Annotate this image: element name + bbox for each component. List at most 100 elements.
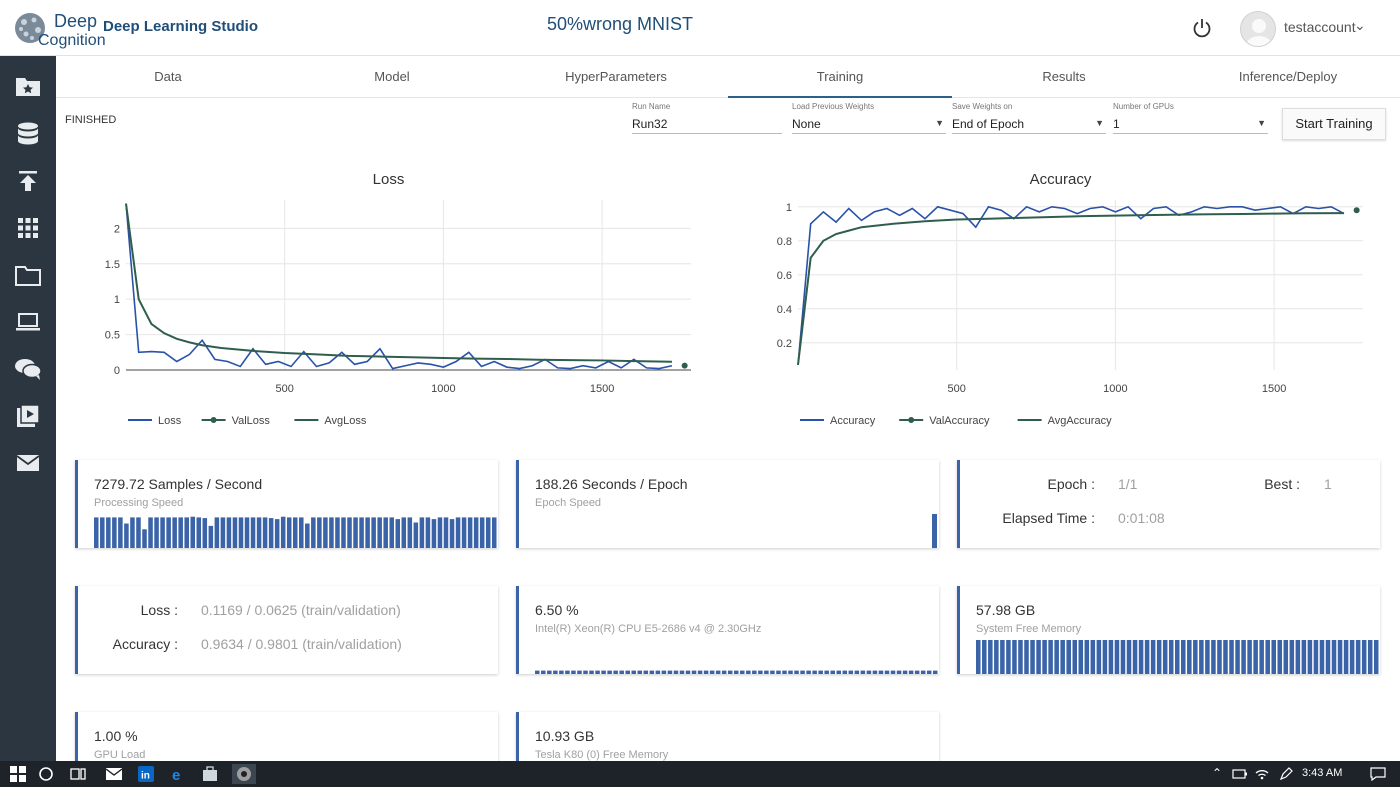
spark-bar: [317, 517, 322, 548]
spark-bar: [848, 670, 854, 674]
linkedin-icon[interactable]: in: [136, 764, 156, 784]
system-memory-card: 57.98 GB System Free Memory: [957, 586, 1380, 674]
spark-bar: [854, 670, 860, 674]
legend-label: Accuracy: [830, 415, 876, 427]
mail-icon[interactable]: [14, 449, 42, 477]
save-weights-select[interactable]: Save Weights on End of Epoch ▼: [952, 102, 1106, 134]
run-name-field[interactable]: Run Name Run32: [632, 102, 782, 134]
spark-bar: [727, 670, 733, 674]
legend-item-avgaccuracy[interactable]: AvgAccuracy: [1017, 415, 1112, 427]
avatar[interactable]: [1240, 11, 1276, 47]
save-weights-value: End of Epoch: [952, 117, 1025, 131]
upload-icon[interactable]: [14, 167, 42, 195]
tab-results[interactable]: Results: [952, 56, 1176, 98]
spark-bar: [982, 640, 987, 674]
power-icon[interactable]: [1190, 16, 1214, 40]
y-tick-label: 0.5: [105, 330, 120, 342]
chat-icon[interactable]: [14, 355, 42, 383]
starred-folder-icon[interactable]: [14, 72, 42, 100]
store-icon[interactable]: [200, 764, 220, 784]
spark-bar: [836, 670, 842, 674]
spark-bar: [130, 517, 135, 548]
spark-bar: [485, 517, 491, 548]
spark-bar: [214, 517, 220, 548]
pen-icon[interactable]: [1276, 764, 1296, 784]
load-weights-value: None: [792, 117, 821, 131]
tab-hyperparameters[interactable]: HyperParameters: [504, 56, 728, 98]
gpus-label: Number of GPUs: [1113, 102, 1174, 111]
legend-item-avgloss[interactable]: AvgLoss: [294, 415, 367, 427]
tab-model[interactable]: Model: [280, 56, 504, 98]
database-icon[interactable]: [14, 120, 42, 148]
spark-bar: [679, 670, 685, 674]
legend-item-loss[interactable]: Loss: [128, 415, 182, 427]
spark-bar: [830, 670, 835, 674]
legend-item-valaccuracy[interactable]: ValAccuracy: [899, 415, 990, 427]
legend-label: Loss: [158, 415, 182, 427]
clock-time[interactable]: 3:43 AM: [1302, 767, 1342, 779]
tab-training[interactable]: Training: [728, 56, 952, 98]
spark-bar: [377, 517, 382, 548]
spark-bar: [637, 670, 643, 674]
search-cortana-icon[interactable]: [36, 764, 56, 784]
dropdown-arrow-icon[interactable]: ▼: [1257, 118, 1266, 128]
laptop-icon[interactable]: [14, 308, 42, 336]
spark-bar: [112, 517, 117, 548]
spark-bar: [437, 517, 443, 548]
spark-bar: [124, 523, 129, 548]
dropdown-arrow-icon[interactable]: ▼: [935, 118, 944, 128]
spark-bar: [673, 670, 679, 674]
task-view-icon[interactable]: [68, 764, 88, 784]
spark-bar: [1235, 640, 1240, 674]
video-icon[interactable]: [14, 402, 42, 430]
spark-bar: [1114, 640, 1120, 674]
spark-bar: [1229, 640, 1234, 674]
legend-item-valloss[interactable]: ValLoss: [201, 415, 271, 427]
load-weights-select[interactable]: Load Previous Weights None ▼: [792, 102, 946, 134]
username[interactable]: testaccount: [1284, 19, 1356, 35]
spark-bar: [1048, 640, 1053, 674]
spark-bar: [413, 522, 419, 548]
apps-grid-icon[interactable]: [14, 214, 42, 242]
gpus-select[interactable]: Number of GPUs 1 ▼: [1113, 102, 1268, 134]
chevron-down-icon[interactable]: ⌄: [1354, 17, 1366, 34]
battery-icon[interactable]: [1230, 764, 1250, 784]
legend-label: ValLoss: [232, 415, 271, 427]
wifi-icon[interactable]: [1252, 764, 1272, 784]
spark-bar: [547, 670, 552, 674]
tray-chevron-up-icon[interactable]: ⌃: [1212, 766, 1222, 780]
x-tick-label: 500: [948, 383, 966, 395]
chrome-browser-icon[interactable]: [232, 764, 256, 784]
spark-bar: [691, 670, 697, 674]
spark-bar: [335, 517, 340, 548]
series-point-valloss: [681, 362, 688, 369]
mail-app-icon[interactable]: [104, 764, 124, 784]
app-header: Deep Cognition Deep Learning Studio 50%w…: [0, 0, 1400, 56]
spark-bar: [697, 670, 703, 674]
folder-icon[interactable]: [14, 261, 42, 289]
spark-bar: [280, 516, 286, 548]
processing-speed-value: 7279.72 Samples / Second: [94, 476, 263, 492]
dropdown-arrow-icon[interactable]: ▼: [1095, 118, 1104, 128]
edge-browser-icon[interactable]: e: [168, 764, 188, 784]
start-training-button[interactable]: Start Training: [1282, 108, 1386, 140]
tab-data[interactable]: Data: [56, 56, 280, 98]
system-memory-value: 57.98 GB: [976, 602, 1036, 618]
elapsed-time-label: Elapsed Time :: [1002, 510, 1095, 526]
legend-item-accuracy[interactable]: Accuracy: [800, 415, 876, 427]
spark-bar: [601, 670, 606, 674]
notifications-icon[interactable]: [1368, 764, 1388, 784]
windows-start-icon[interactable]: [8, 764, 28, 784]
spark-bar: [419, 517, 425, 548]
spark-bar: [1018, 640, 1023, 674]
spark-bar: [154, 517, 159, 548]
spark-bar: [1006, 640, 1011, 674]
run-name-value[interactable]: Run32: [632, 117, 667, 131]
accuracy-chart: Accuracy 500 1000 1500 0.2 0.4 0.6 0.8 1 Accuracy…: [748, 160, 1388, 430]
y-tick-label: 1: [786, 202, 792, 214]
spark-bar: [776, 670, 781, 674]
spark-bar: [1211, 640, 1216, 674]
deep-cognition-logo[interactable]: Deep Cognition: [12, 8, 106, 50]
tab-inference-deploy[interactable]: Inference/Deploy: [1176, 56, 1400, 98]
spark-bar: [305, 523, 310, 548]
